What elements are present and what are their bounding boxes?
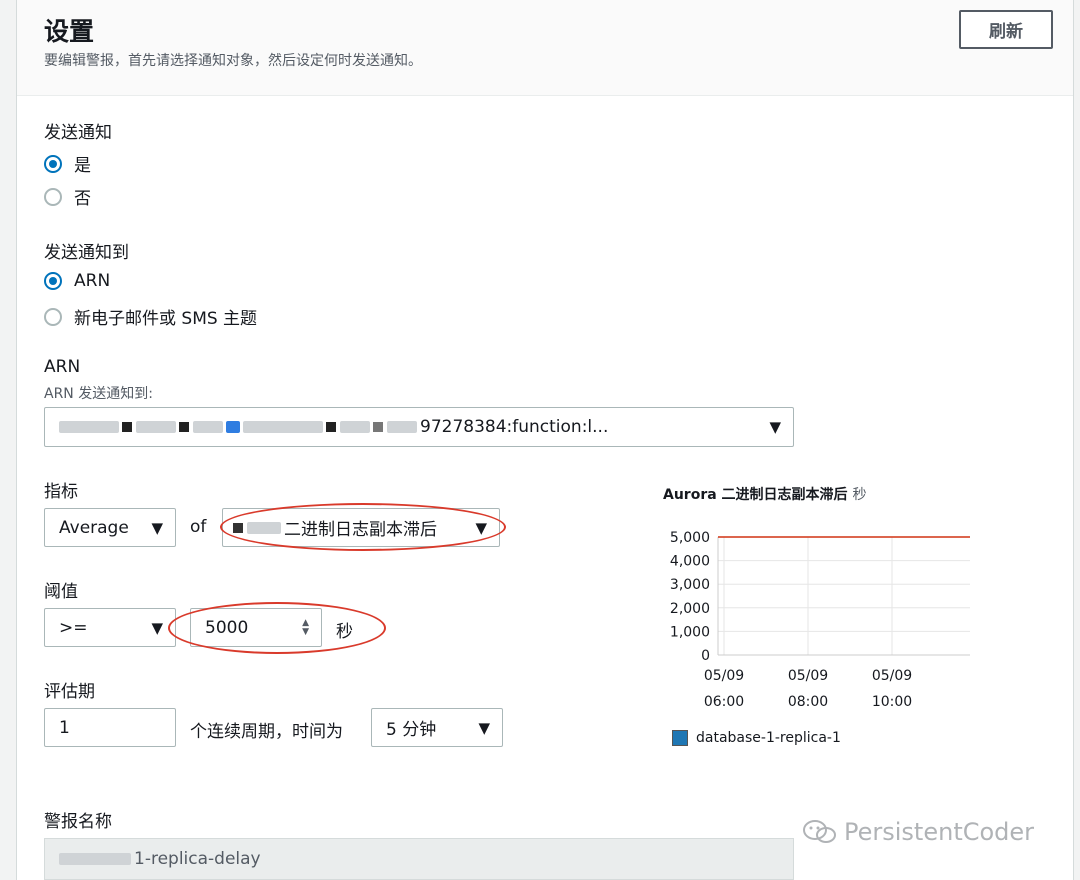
metric-name-value: 二进制日志副本滞后 <box>284 520 437 540</box>
period-value: 5 分钟 <box>386 720 437 740</box>
radio-no-label: 否 <box>74 189 91 209</box>
period-select[interactable]: 5 分钟 ▼ <box>371 708 503 747</box>
arn-sublabel: ARN 发送通知到: <box>44 386 153 402</box>
chart-unit: 秒 <box>852 487 867 503</box>
statistic-value: Average <box>59 517 129 538</box>
x-tick-time: 08:00 <box>788 694 828 710</box>
arn-label: ARN <box>44 357 81 377</box>
y-tick-label: 3,000 <box>670 577 710 593</box>
x-tick-date: 05/09 <box>872 668 912 684</box>
metric-name-redacted <box>233 518 284 538</box>
settings-header: 设置 要编辑警报，首先请选择通知对象，然后设定何时发送通知。 <box>17 0 1073 96</box>
operator-value: >= <box>59 617 88 638</box>
x-tick-date: 05/09 <box>788 668 828 684</box>
right-frame <box>1073 0 1080 880</box>
chevron-down-icon: ▼ <box>769 418 781 436</box>
chart-title: Aurora 二进制日志副本滞后 秒 <box>663 484 866 504</box>
radio-arn[interactable]: ARN <box>44 271 110 291</box>
radio-send-no[interactable]: 否 <box>44 184 91 209</box>
y-tick-label: 4,000 <box>670 554 710 570</box>
x-tick-time: 06:00 <box>704 694 744 710</box>
chevron-down-icon: ▼ <box>478 718 490 737</box>
alarm-name-redacted <box>59 849 134 869</box>
arn-select[interactable]: 97278384:function:l... ▼ <box>44 407 794 447</box>
radio-arn-label: ARN <box>74 271 111 291</box>
send-notification-label: 发送通知 <box>44 123 112 143</box>
evaluation-periods-value: 1 <box>59 717 70 738</box>
alarm-name-value: 1-replica-delay <box>134 849 261 869</box>
y-tick-label: 5,000 <box>670 530 710 546</box>
chart-svg: 5,000 4,000 3,000 2,000 1,000 0 05/09 06:00 05/0… <box>670 530 970 710</box>
chevron-down-icon: ▼ <box>151 518 163 537</box>
threshold-input[interactable]: 5000 ▲ ▼ <box>190 608 322 647</box>
chart-legend: database-1-replica-1 <box>672 730 841 746</box>
threshold-unit: 秒 <box>336 622 353 642</box>
radio-yes-indicator[interactable] <box>44 154 62 173</box>
radio-new-topic-indicator[interactable] <box>44 307 62 326</box>
send-to-label: 发送通知到 <box>44 243 129 263</box>
number-stepper-icon[interactable]: ▲ ▼ <box>302 618 309 637</box>
arn-value: 97278384:function:l... <box>420 417 609 437</box>
page-description: 要编辑警报，首先请选择通知对象，然后设定何时发送通知。 <box>44 53 422 69</box>
watermark: PersistentCoder <box>802 818 1034 846</box>
metric-name-select[interactable]: 二进制日志副本滞后 ▼ <box>222 508 500 547</box>
x-tick-date: 05/09 <box>704 668 744 684</box>
x-tick-time: 10:00 <box>872 694 912 710</box>
radio-no-indicator[interactable] <box>44 187 62 206</box>
radio-new-topic[interactable]: 新电子邮件或 SMS 主题 <box>44 304 257 329</box>
radio-yes-label: 是 <box>74 156 91 176</box>
y-tick-label: 0 <box>701 648 710 664</box>
metric-label: 指标 <box>44 482 78 502</box>
chart-title-text: Aurora 二进制日志副本滞后 <box>663 487 848 503</box>
radio-new-topic-label: 新电子邮件或 SMS 主题 <box>74 309 258 329</box>
watermark-text: PersistentCoder <box>844 818 1035 846</box>
chevron-down-icon: ▼ <box>151 618 163 637</box>
alarm-name-input[interactable]: 1-replica-delay <box>44 838 794 880</box>
evaluation-middle-text: 个连续周期，时间为 <box>190 722 343 742</box>
radio-send-yes[interactable]: 是 <box>44 151 91 176</box>
threshold-value: 5000 <box>205 617 249 638</box>
legend-label: database-1-replica-1 <box>696 730 841 746</box>
refresh-button[interactable]: 刷新 <box>959 10 1053 49</box>
y-tick-label: 1,000 <box>670 624 710 640</box>
left-frame <box>0 0 17 880</box>
alarm-name-label: 警报名称 <box>44 812 112 832</box>
page-title: 设置 <box>44 17 95 46</box>
legend-swatch <box>672 730 688 746</box>
chevron-down-icon: ▼ <box>475 518 487 537</box>
evaluation-periods-input[interactable]: 1 <box>44 708 176 747</box>
statistic-select[interactable]: Average ▼ <box>44 508 176 547</box>
operator-select[interactable]: >= ▼ <box>44 608 176 647</box>
radio-arn-indicator[interactable] <box>44 272 62 290</box>
threshold-label: 阈值 <box>44 582 78 602</box>
arn-redacted-prefix <box>59 417 420 437</box>
wechat-icon <box>803 820 836 843</box>
evaluation-label: 评估期 <box>44 682 95 702</box>
of-text: of <box>190 517 207 537</box>
y-tick-label: 2,000 <box>670 601 710 617</box>
